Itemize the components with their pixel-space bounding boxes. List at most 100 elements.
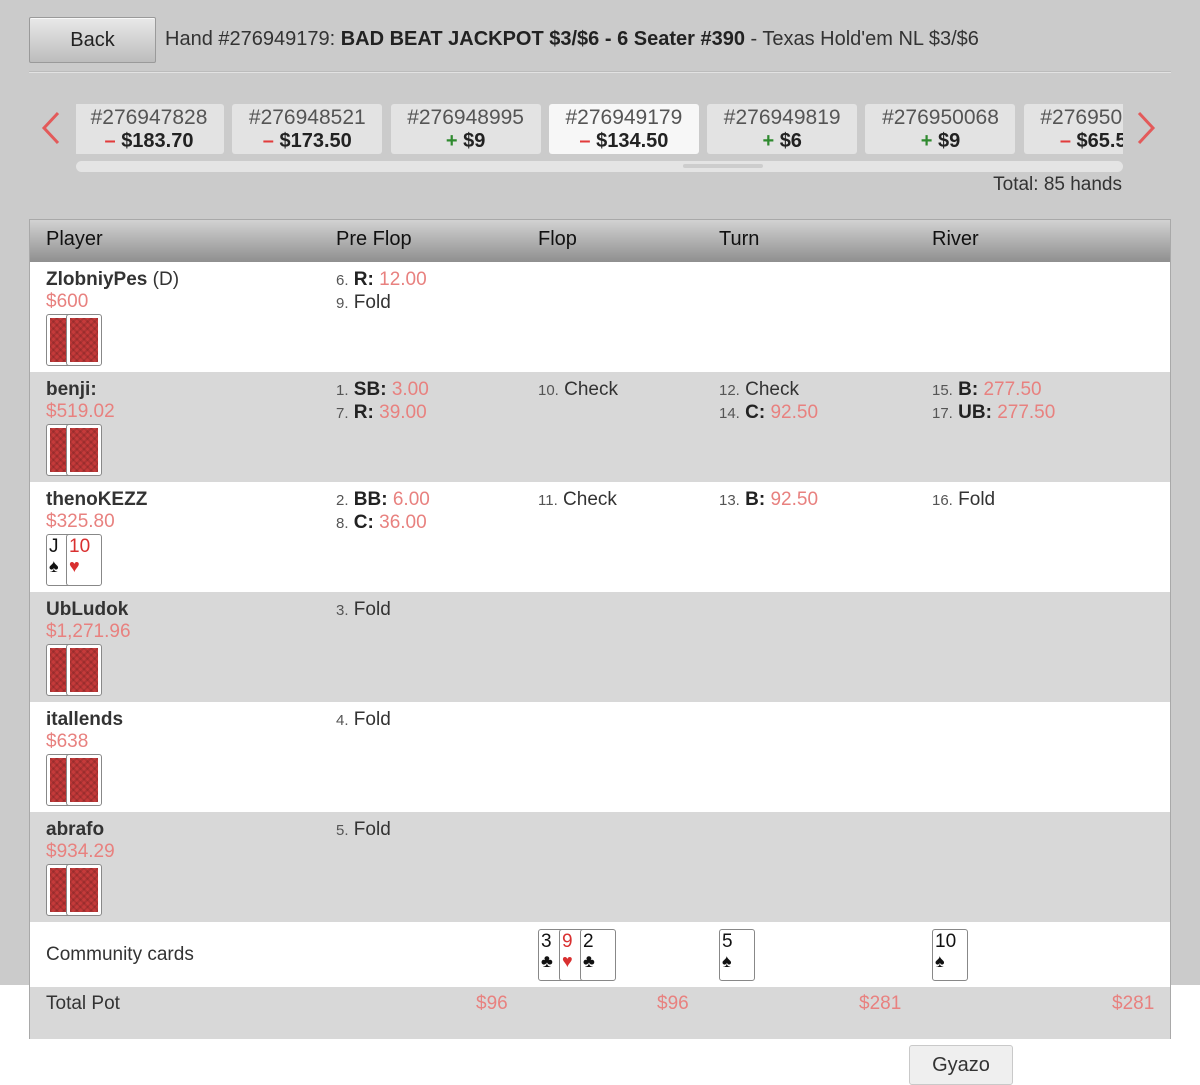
- card-back: [66, 864, 102, 916]
- action-label: B:: [745, 489, 766, 510]
- gyazo-button[interactable]: Gyazo: [909, 1045, 1013, 1085]
- card-back-pattern: [70, 758, 98, 802]
- player-name: benji:: [46, 379, 97, 401]
- action-amount: 3.00: [391, 379, 429, 400]
- action-number: 1.: [336, 382, 349, 399]
- pot-preflop: $96: [476, 993, 508, 1014]
- card-rank: 9: [562, 931, 573, 952]
- player-name: thenoKEZZ: [46, 489, 147, 511]
- action-label: BB:: [353, 489, 388, 510]
- result-amount: $173.50: [279, 130, 352, 152]
- player-name-text: UbLudok: [46, 599, 129, 620]
- hand-tile[interactable]: #276950068 + $9: [865, 104, 1016, 154]
- player-stack: $519.02: [46, 401, 115, 422]
- action-entry: 5. Fold: [336, 819, 391, 842]
- player-stack: $325.80: [46, 511, 115, 532]
- back-button[interactable]: Back: [29, 17, 156, 63]
- hand-title-game: - Texas Hold'em NL $3/$6: [750, 28, 979, 50]
- hand-tile-result: + $6: [707, 130, 857, 152]
- action-entry: 10. Check: [538, 379, 618, 402]
- previous-hands-arrow[interactable]: [40, 110, 64, 150]
- header-turn: Turn: [719, 228, 760, 250]
- hole-cards: [46, 424, 104, 476]
- hand-history-carousel: #276947828– $183.70 #276948521– $173.50 #2…: [76, 104, 1123, 156]
- hand-title-prefix: Hand #276949179:: [165, 28, 336, 50]
- card-rank: J: [49, 536, 59, 557]
- hand-tile-number: #276949819: [723, 106, 841, 129]
- action-number: 10.: [538, 382, 559, 399]
- action-label: R:: [353, 402, 374, 423]
- action-number: 2.: [336, 492, 349, 509]
- header-flop: Flop: [538, 228, 577, 250]
- header-divider: [29, 71, 1171, 73]
- carousel-scrollbar[interactable]: [76, 161, 1123, 172]
- player-name-text: thenoKEZZ: [46, 489, 148, 510]
- pot-river: $281: [1112, 993, 1155, 1014]
- result-sign: –: [579, 130, 591, 152]
- preflop-actions: 6. R: 12.00 9. Fold: [336, 269, 427, 315]
- card-suit-icon: ♥: [69, 556, 80, 576]
- hand-title: Hand #276949179: BAD BEAT JACKPOT $3/$6 …: [165, 28, 979, 51]
- hand-action-table: Player Pre Flop Flop Turn River ZlobniyP…: [29, 219, 1171, 1039]
- hand-tile-number: #276948521: [248, 106, 366, 129]
- hand-tile-number: #276947828: [90, 106, 208, 129]
- hand-tile[interactable]: #276947828– $183.70: [76, 104, 224, 154]
- card-back: [66, 644, 102, 696]
- action-amount: 92.50: [770, 402, 819, 423]
- player-row: UbLudok $1,271.96 3. Fold: [30, 592, 1170, 702]
- player-row: abrafo $934.29 5. Fold: [30, 812, 1170, 922]
- action-number: 3.: [336, 602, 349, 619]
- action-text: Check: [564, 379, 618, 400]
- action-text: Check: [563, 489, 617, 510]
- hand-tile[interactable]: #276949179– $134.50: [548, 104, 699, 154]
- community-cards-row: Community cards 3 ♣ 9 ♥ 2 ♣ 5 ♠ 10 ♠: [30, 922, 1170, 987]
- flop-actions: 11. Check: [538, 489, 617, 512]
- action-number: 7.: [336, 405, 349, 422]
- action-label: C:: [745, 402, 766, 423]
- hand-tile[interactable]: #276949819 + $6: [707, 104, 858, 154]
- dealer-marker: (D): [152, 269, 180, 290]
- player-name-text: ZlobniyPes: [46, 269, 148, 290]
- card-back: [66, 754, 102, 806]
- card-back-pattern: [70, 868, 98, 912]
- preflop-actions: 5. Fold: [336, 819, 391, 842]
- card-back: [66, 314, 102, 366]
- hand-tile-result: – $183.70: [76, 130, 224, 152]
- action-entry: 8. C: 36.00: [336, 512, 430, 535]
- action-text: Fold: [353, 819, 391, 840]
- hand-tile[interactable]: #276948521– $173.50: [232, 104, 383, 154]
- result-sign: +: [445, 130, 458, 152]
- action-amount: 277.50: [983, 379, 1042, 400]
- hand-tile-number: #276950253: [1040, 106, 1123, 129]
- player-name-text: itallends: [46, 709, 124, 730]
- player-name: itallends: [46, 709, 123, 731]
- next-hands-arrow[interactable]: [1135, 110, 1159, 150]
- playing-card: 10 ♠: [932, 929, 968, 981]
- preflop-actions: 4. Fold: [336, 709, 391, 732]
- playing-card: 5 ♠: [719, 929, 755, 981]
- player-row: itallends $638 4. Fold: [30, 702, 1170, 812]
- player-row: benji: $519.02 1. SB: 3.00 7. R: 39.00 10. C…: [30, 372, 1170, 482]
- action-amount: 92.50: [770, 489, 819, 510]
- action-entry: 12. Check: [719, 379, 818, 402]
- result-amount: $65.50: [1076, 130, 1123, 152]
- table-header: Player Pre Flop Flop Turn River: [30, 220, 1170, 262]
- action-number: 15.: [932, 382, 953, 399]
- preflop-actions: 3. Fold: [336, 599, 391, 622]
- hand-tile-result: – $134.50: [549, 130, 699, 152]
- action-number: 14.: [719, 405, 740, 422]
- card-rank: 3: [541, 931, 552, 952]
- action-number: 11.: [538, 492, 558, 509]
- hand-tile-number: #276948995: [407, 106, 524, 129]
- player-name: UbLudok: [46, 599, 128, 621]
- player-name: abrafo: [46, 819, 104, 841]
- result-amount: $183.70: [121, 130, 194, 152]
- action-entry: 2. BB: 6.00: [336, 489, 430, 512]
- hand-tile[interactable]: #276948995 + $9: [390, 104, 541, 154]
- river-actions: 16. Fold: [932, 489, 995, 512]
- result-sign: +: [762, 130, 775, 152]
- hand-tile[interactable]: #276950253– $65.50: [1023, 104, 1123, 154]
- action-number: 16.: [932, 492, 953, 509]
- action-entry: 11. Check: [538, 489, 617, 512]
- carousel-scroll-thumb[interactable]: [683, 164, 764, 168]
